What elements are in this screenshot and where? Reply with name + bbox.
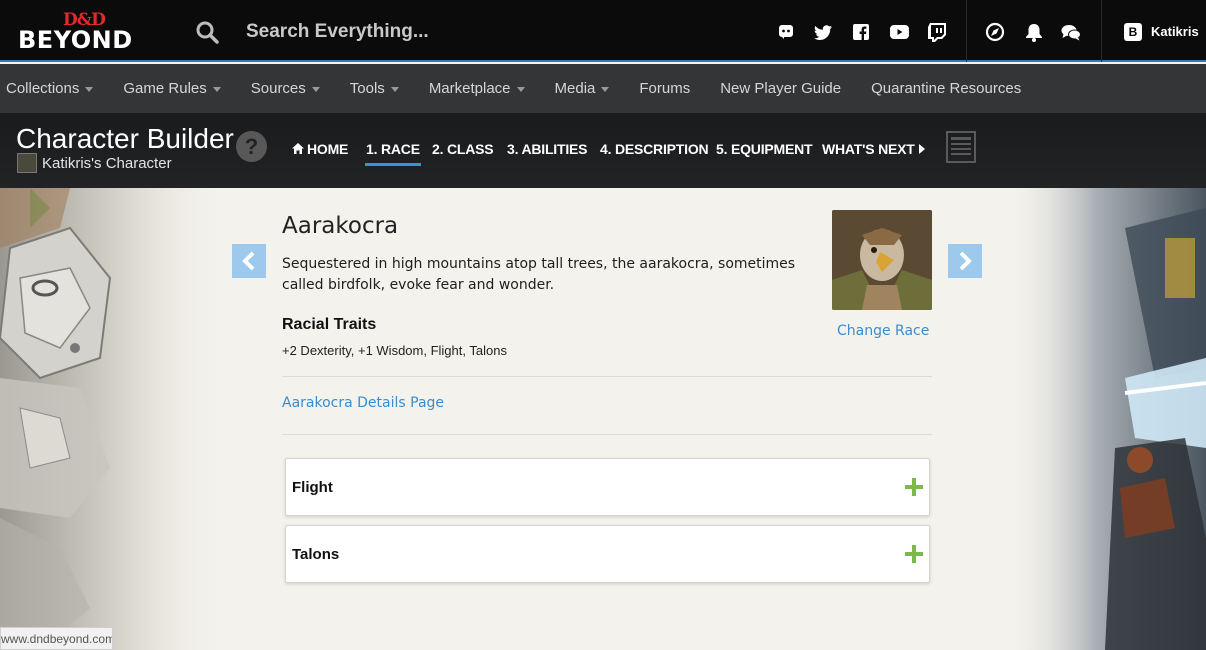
- step-race[interactable]: 1. RACE: [365, 141, 421, 166]
- nav-collections[interactable]: Collections: [6, 80, 94, 97]
- main-nav: Collections Game Rules Sources Tools Mar…: [0, 64, 1206, 113]
- youtube-icon[interactable]: [889, 22, 909, 42]
- nav-label: Tools: [349, 80, 385, 97]
- plus-icon[interactable]: [905, 545, 923, 563]
- search-icon[interactable]: [195, 20, 219, 44]
- race-details-link[interactable]: Aarakocra Details Page: [282, 395, 444, 411]
- step-label: 3. ABILITIES: [507, 141, 588, 157]
- user-avatar[interactable]: B: [1124, 23, 1142, 41]
- search-input[interactable]: [246, 18, 646, 46]
- nav-tools[interactable]: Tools: [350, 80, 399, 97]
- help-icon[interactable]: ?: [236, 131, 267, 162]
- chevron-down-icon: [601, 87, 610, 92]
- character-sheet-icon[interactable]: [946, 131, 976, 163]
- nav-label: Sources: [250, 80, 306, 97]
- race-name: Aarakocra: [282, 213, 399, 239]
- status-url-tooltip: www.dndbeyond.com: [0, 627, 113, 650]
- next-race-button[interactable]: [948, 244, 982, 278]
- step-label: 2. CLASS: [432, 141, 494, 157]
- nav-forums[interactable]: Forums: [639, 80, 690, 97]
- character-name[interactable]: Katikris's Character: [42, 155, 172, 172]
- chevron-left-icon: [242, 251, 255, 271]
- nav-label: Quarantine Resources: [871, 80, 1022, 97]
- nav-marketplace[interactable]: Marketplace: [429, 80, 525, 97]
- compass-icon[interactable]: [985, 22, 1005, 42]
- trait-card-label: Talons: [292, 546, 340, 563]
- page-title: Character Builder: [16, 123, 234, 154]
- chevron-down-icon: [516, 87, 525, 92]
- divider: [282, 434, 932, 435]
- nav-quarantine-resources[interactable]: Quarantine Resources: [871, 80, 1021, 97]
- dice-artwork: [0, 188, 230, 650]
- step-label: 4. DESCRIPTION: [600, 141, 709, 157]
- chevron-right-icon: [959, 251, 972, 271]
- trait-card-flight[interactable]: Flight: [285, 458, 930, 516]
- racial-traits-summary: +2 Dexterity, +1 Wisdom, Flight, Talons: [282, 343, 507, 358]
- step-label: WHAT'S NEXT: [822, 141, 915, 157]
- facebook-icon[interactable]: [851, 22, 871, 42]
- nav-label: Forums: [639, 80, 691, 97]
- step-abilities[interactable]: 3. ABILITIES: [507, 141, 588, 157]
- step-label: 5. EQUIPMENT: [716, 141, 813, 157]
- twitter-icon[interactable]: [813, 22, 833, 42]
- chevron-down-icon: [311, 87, 320, 92]
- step-label: HOME: [307, 141, 349, 157]
- trait-card-talons[interactable]: Talons: [285, 525, 930, 583]
- step-home[interactable]: HOME: [292, 141, 348, 157]
- race-portrait: [832, 210, 932, 310]
- step-class[interactable]: 2. CLASS: [432, 141, 494, 157]
- step-whats-next[interactable]: WHAT'S NEXT: [822, 141, 925, 157]
- discord-icon[interactable]: [776, 22, 796, 42]
- nav-label: Marketplace: [428, 80, 511, 97]
- bell-icon[interactable]: [1024, 22, 1044, 42]
- change-race-link[interactable]: Change Race: [837, 323, 929, 339]
- chevron-down-icon: [390, 87, 399, 92]
- chevron-down-icon: [85, 87, 94, 92]
- twitch-icon[interactable]: [927, 22, 947, 42]
- builder-header: Character Builder Katikris's Character ?…: [0, 113, 1206, 188]
- step-equipment[interactable]: 5. EQUIPMENT: [716, 141, 813, 157]
- home-icon: [292, 143, 304, 154]
- step-description[interactable]: 4. DESCRIPTION: [600, 141, 709, 157]
- nav-label: Collections: [6, 80, 80, 97]
- nav-label: New Player Guide: [720, 80, 842, 97]
- character-avatar: [17, 153, 37, 173]
- divider: [282, 376, 932, 377]
- username[interactable]: Katikris: [1151, 24, 1199, 39]
- race-description: Sequestered in high mountains atop tall …: [282, 256, 796, 293]
- nav-game-rules[interactable]: Game Rules: [123, 80, 221, 97]
- adventurer-artwork: [1005, 188, 1206, 650]
- topbar-divider: [966, 0, 967, 62]
- top-bar: D&D BEYOND B Katikris: [0, 0, 1206, 62]
- dnd-beyond-logo[interactable]: D&D BEYOND: [18, 10, 146, 54]
- chat-bubbles-icon[interactable]: [1061, 22, 1081, 42]
- nav-new-player-guide[interactable]: New Player Guide: [720, 80, 841, 97]
- chevron-right-icon: [918, 144, 925, 154]
- nav-sources[interactable]: Sources: [251, 80, 320, 97]
- previous-race-button[interactable]: [232, 244, 266, 278]
- nav-media[interactable]: Media: [555, 80, 610, 97]
- racial-traits-heading: Racial Traits: [282, 316, 377, 333]
- nav-label: Media: [554, 80, 596, 97]
- chevron-down-icon: [212, 87, 221, 92]
- trait-card-label: Flight: [292, 479, 333, 496]
- plus-icon[interactable]: [905, 478, 923, 496]
- logo-beyond: BEYOND: [18, 26, 133, 54]
- topbar-divider: [1101, 0, 1102, 62]
- step-label: 1. RACE: [366, 141, 420, 157]
- nav-label: Game Rules: [123, 80, 207, 97]
